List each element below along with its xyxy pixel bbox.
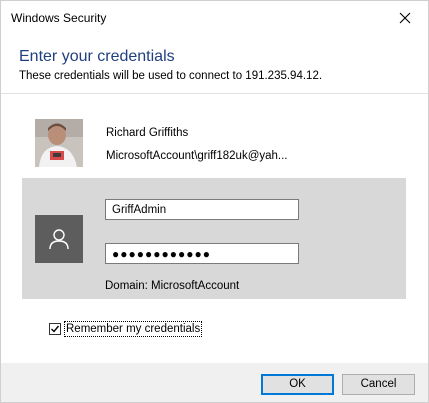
saved-user-name: Richard Griffiths (106, 127, 189, 139)
close-button[interactable] (382, 1, 428, 35)
button-bar: OK Cancel (1, 363, 428, 402)
remember-label[interactable]: Remember my credentials (64, 321, 203, 337)
saved-user-account: MicrosoftAccount\griff182uk@yah... (106, 150, 288, 162)
username-input[interactable] (105, 199, 299, 220)
cancel-button[interactable]: Cancel (342, 374, 415, 395)
title-bar: Windows Security (1, 1, 428, 35)
close-icon (399, 12, 411, 24)
dialog-heading: Enter your credentials (19, 48, 175, 65)
credential-tile-selected: Domain: MicrosoftAccount (22, 178, 406, 299)
ok-button[interactable]: OK (261, 374, 334, 395)
window-title: Windows Security (11, 11, 107, 25)
remember-credentials-checkbox[interactable]: Remember my credentials (49, 321, 203, 337)
saved-user-avatar[interactable] (35, 119, 83, 167)
user-photo (35, 119, 83, 167)
person-icon (49, 229, 69, 250)
header-divider (1, 93, 428, 94)
domain-label: Domain: MicrosoftAccount (105, 280, 240, 292)
password-input[interactable] (105, 243, 299, 264)
checkbox-box[interactable] (49, 323, 61, 335)
dialog-subheading: These credentials will be used to connec… (19, 70, 323, 82)
credential-avatar (35, 215, 83, 263)
windows-security-dialog: Windows Security Enter your credentials … (0, 0, 429, 403)
checkmark-icon (51, 325, 60, 333)
